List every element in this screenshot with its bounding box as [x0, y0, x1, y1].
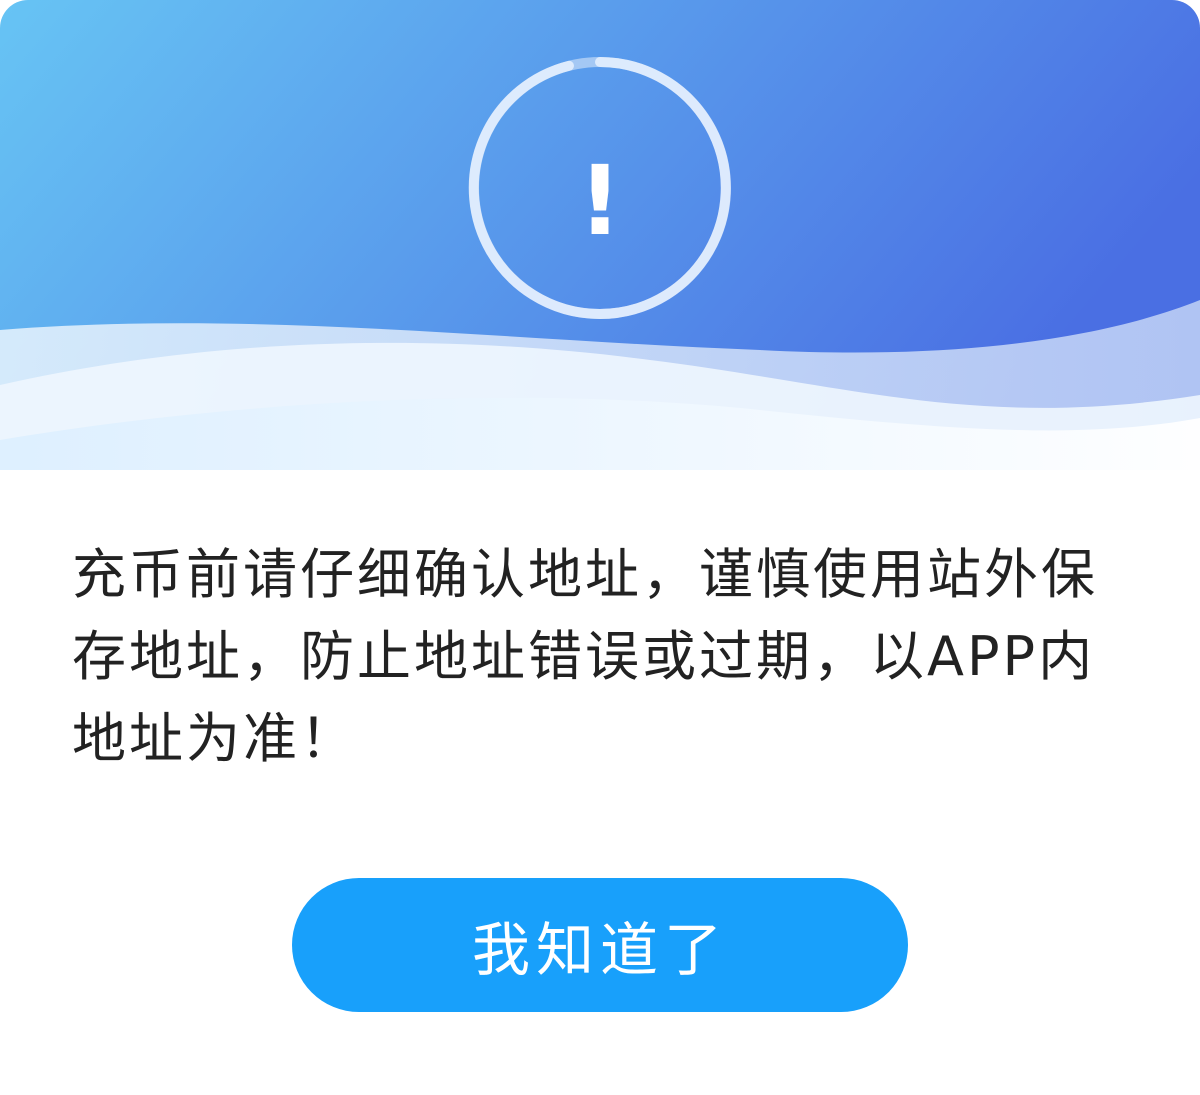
dialog-header-banner: ! [0, 0, 1200, 500]
dialog-message: 充币前请仔细确认地址，谨慎使用站外保存地址，防止地址错误或过期，以APP内地址为… [72, 543, 1098, 770]
alert-dialog: ! 充币前请仔细确认地址，谨慎使用站外保存地址，防止地址错误或过期，以APP内地… [0, 0, 1200, 1095]
alert-ring: ! [468, 57, 731, 319]
confirm-button[interactable]: 我知道了 [292, 878, 908, 1012]
exclamation-icon: ! [578, 145, 622, 257]
